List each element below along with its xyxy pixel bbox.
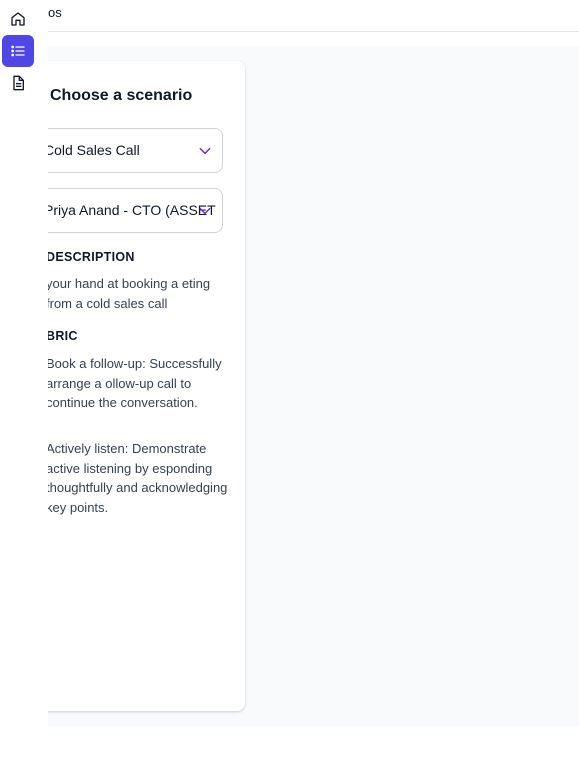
list-icon	[11, 45, 25, 57]
rubric-item: Actively listen: Demonstrate active list…	[46, 441, 228, 515]
persona-select[interactable]: Priya Anand - CTO (ASSET	[36, 188, 223, 233]
panel-title: Choose a scenario	[50, 87, 193, 104]
navigation-rail	[0, 0, 36, 770]
chevron-down-icon	[199, 147, 211, 155]
document-icon	[13, 75, 24, 91]
list-nav-button[interactable]	[2, 35, 34, 67]
chevron-down-icon	[199, 207, 211, 215]
rubric-heading: BRIC	[46, 329, 78, 343]
scenario-select-value: Cold Sales Call	[44, 142, 140, 158]
left-gutter	[36, 31, 48, 770]
rubric-item: Book a follow-up: Successfully arrange a…	[46, 356, 222, 410]
scenario-panel: Choose a scenario Cold Sales Call Priya …	[36, 61, 245, 711]
description-heading: DESCRIPTION	[46, 250, 135, 264]
scenario-select[interactable]: Cold Sales Call	[36, 128, 223, 173]
document-nav-button[interactable]	[2, 67, 34, 99]
persona-select-value: Priya Anand - CTO (ASSET	[44, 202, 216, 218]
page-title: os	[48, 5, 62, 20]
home-icon	[11, 12, 25, 26]
home-nav-button[interactable]	[2, 3, 34, 35]
description-text: your hand at booking a eting from a cold…	[46, 276, 211, 311]
top-bar: os	[36, 0, 579, 32]
